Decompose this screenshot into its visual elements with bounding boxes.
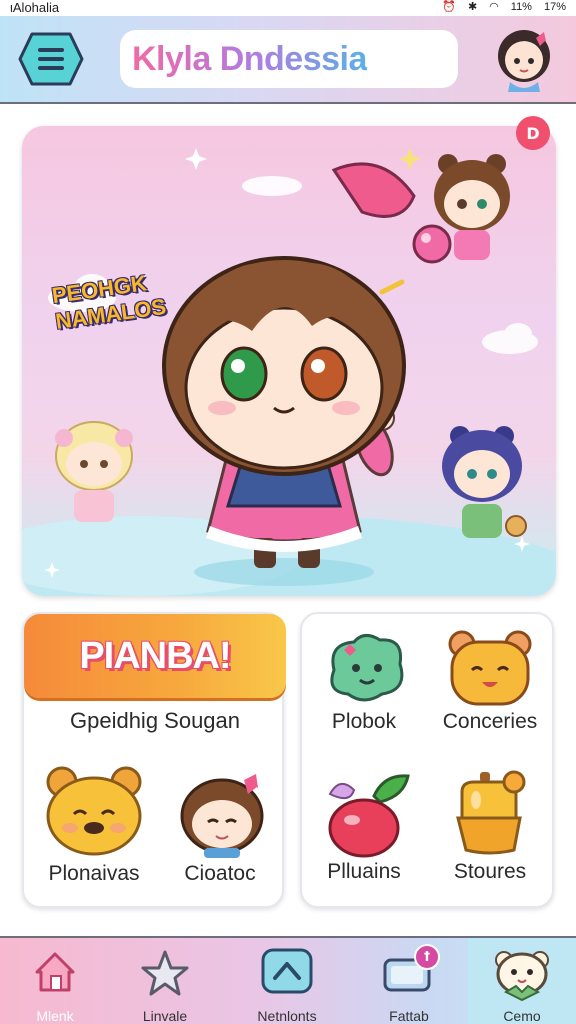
- profile-avatar[interactable]: [486, 20, 562, 96]
- nav-item-fattab[interactable]: ꝉ Fattab: [354, 938, 464, 1024]
- tile-label-plobok: Plobok: [331, 710, 397, 733]
- fattab-badge: ꝉ: [414, 944, 440, 970]
- wifi-icon: ◠: [489, 1, 499, 13]
- star-arrow-icon: [141, 950, 189, 996]
- nav-label-linvale: Linvale: [142, 1008, 188, 1024]
- profile-avatar-icon: [498, 30, 550, 92]
- home-icon: [35, 952, 75, 992]
- yellow-bear-icon[interactable]: [446, 628, 534, 712]
- green-blob-icon[interactable]: [324, 630, 408, 710]
- featured-subtitle: Gpeidhig Sougan: [69, 708, 241, 733]
- battery-text: 17%: [543, 0, 566, 13]
- app-title: Klyla Dndessia: [132, 39, 367, 78]
- nav-item-home[interactable]: Mlenk: [0, 938, 110, 1024]
- featured-banner[interactable]: PIANBA!: [24, 614, 286, 698]
- bear-face-icon[interactable]: [44, 762, 144, 862]
- tile-label-stoures: Stoures: [453, 860, 527, 883]
- nav-item-linvale[interactable]: Linvale: [110, 938, 220, 1024]
- app-title-pill: Klyla Dndessia: [120, 30, 458, 88]
- chibi-girl-icon[interactable]: [174, 766, 270, 862]
- status-bar: ιAlohalia ⏰ ✱ ◠ 11% 17%: [0, 0, 576, 16]
- alarm-icon: ⏰: [442, 1, 456, 13]
- category-panel: Plobok Conceries Plluains Stoures: [300, 612, 554, 908]
- bluetooth-icon: ✱: [467, 1, 478, 13]
- nav-label-netnlonts: Netnlonts: [257, 1008, 317, 1024]
- hero-badge[interactable]: D: [516, 116, 550, 150]
- featured-banner-text: PIANBA!: [79, 634, 231, 677]
- nav-label-cemo: Cemo: [503, 1008, 541, 1024]
- app-header: Klyla Dndessia: [0, 16, 576, 104]
- tile-label-plonaivas: Plonaivas: [48, 862, 140, 885]
- featured-panel: PIANBA! Gpeidhig Sougan Plonaivas Cioato…: [22, 612, 286, 908]
- nav-item-cemo[interactable]: Cemo: [468, 938, 576, 1024]
- hero-banner[interactable]: PEOHGK NAMALOS: [22, 126, 556, 596]
- status-icons: ⏰ ✱ ◠ 11% 17%: [442, 0, 566, 14]
- apple-icon[interactable]: [324, 772, 412, 862]
- nav-label-fattab: Fattab: [389, 1008, 429, 1024]
- menu-button[interactable]: [18, 32, 84, 86]
- hero-logo: PEOHGK NAMALOS: [50, 265, 191, 372]
- mascot-icon: [495, 951, 549, 1002]
- honey-jar-icon[interactable]: [452, 770, 530, 860]
- status-carrier: ιAlohalia: [10, 0, 60, 15]
- nav-item-netnlonts[interactable]: Netnlonts: [232, 938, 342, 1024]
- menu-icon: [18, 32, 84, 86]
- tile-label-plluains: Plluains: [327, 860, 401, 883]
- nav-label-home: Mlenk: [36, 1008, 74, 1024]
- bottom-nav: Mlenk Linvale Netnlonts ꝉ Fattab Cemo: [0, 936, 576, 1024]
- tile-label-cioatoc: Cioatoc: [184, 862, 256, 885]
- tile-label-conceries: Conceries: [442, 710, 538, 733]
- signal-text: 11%: [510, 0, 532, 13]
- chevron-up-icon: [261, 948, 313, 994]
